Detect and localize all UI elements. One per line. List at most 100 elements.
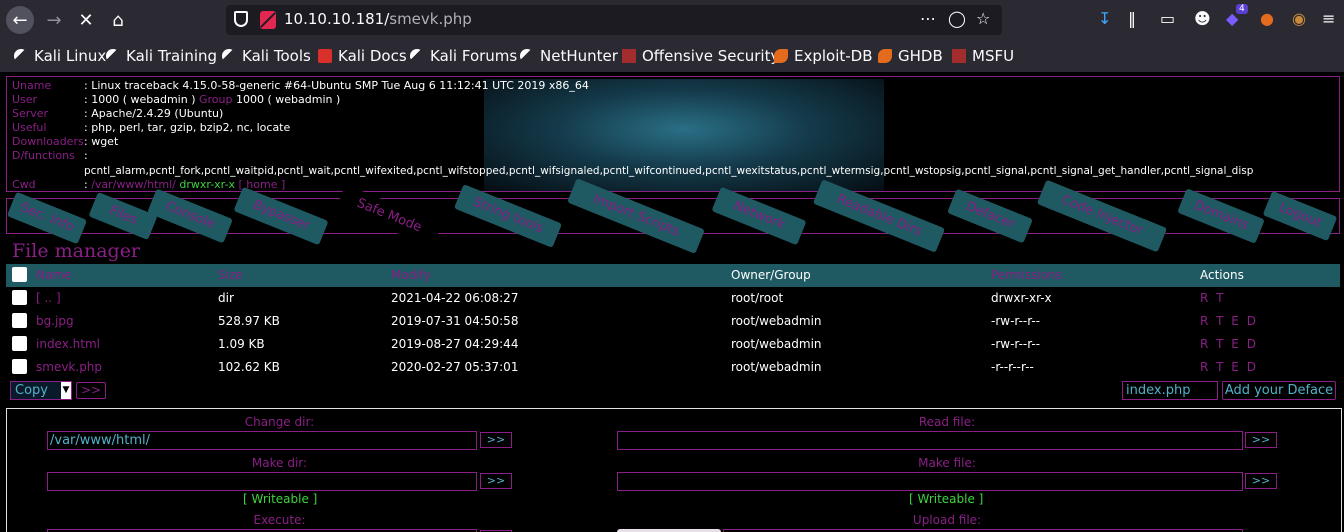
- home-icon[interactable]: ⌂: [104, 6, 132, 34]
- tracking-shield-icon[interactable]: [234, 11, 248, 27]
- change-dir-label: Change dir:: [244, 415, 315, 429]
- file-name-link[interactable]: index.html: [36, 337, 100, 351]
- msfu-icon: [952, 49, 966, 63]
- page-actions-icon[interactable]: ⋯: [920, 9, 936, 28]
- change-dir-input[interactable]: /var/www/html/: [47, 431, 477, 450]
- cwd-path-link[interactable]: /var/www/html/: [91, 178, 176, 191]
- read-file-button[interactable]: >>: [1245, 432, 1277, 448]
- file-perms[interactable]: -rw-r--r--: [991, 337, 1040, 351]
- menu-sec-info[interactable]: Sec. Info: [6, 191, 88, 245]
- file-owner: root/webadmin: [731, 360, 822, 374]
- col-permissions[interactable]: Permissions: [991, 268, 1062, 282]
- file-name-link[interactable]: smevk.php: [36, 360, 102, 374]
- ghdb-icon: [878, 49, 892, 63]
- read-file-input[interactable]: [617, 431, 1243, 450]
- url-bar[interactable]: 10.10.10.181/smevk.php ⋯ ◯ ☆: [226, 5, 1002, 35]
- pocket-icon[interactable]: ◯: [948, 9, 966, 28]
- execute-label: Execute:: [253, 513, 306, 527]
- row-checkbox[interactable]: [12, 313, 27, 328]
- cwd-label: Cwd: [12, 178, 36, 191]
- account-icon[interactable]: ☻: [1194, 9, 1211, 28]
- file-owner: root/webadmin: [731, 337, 822, 351]
- firefox-icon[interactable]: ●: [1260, 9, 1274, 28]
- col-modify[interactable]: Modify: [391, 268, 431, 282]
- bookmark-offensive-security[interactable]: Offensive Security: [622, 46, 779, 66]
- bookmark-kali-docs[interactable]: Kali Docs: [318, 46, 407, 66]
- forward-icon[interactable]: →: [40, 6, 68, 34]
- menu-domains[interactable]: Domains: [1177, 188, 1265, 244]
- col-actions: Actions: [1200, 268, 1244, 282]
- deface-filename-input[interactable]: index.php: [1122, 381, 1218, 400]
- bulk-go-button[interactable]: >>: [76, 382, 106, 399]
- menu-defacer[interactable]: Defacer: [947, 188, 1033, 244]
- make-file-input[interactable]: [617, 472, 1243, 491]
- server-info-panel: Uname: Linux traceback 4.15.0-58-generic…: [6, 76, 1340, 192]
- bookmark-kali-training[interactable]: Kali Training: [106, 46, 217, 66]
- file-perms[interactable]: -rw-r--r--: [991, 314, 1040, 328]
- file-size: dir: [218, 291, 234, 305]
- user-value: : 1000 ( webadmin ) Group 1000 ( webadmi…: [84, 93, 341, 106]
- offsec-icon: [622, 49, 636, 63]
- col-name[interactable]: Name: [36, 268, 71, 282]
- url-text[interactable]: 10.10.10.181/smevk.php: [284, 10, 472, 28]
- change-dir-button[interactable]: >>: [480, 432, 512, 448]
- file-size: 528.97 KB: [218, 314, 280, 328]
- library-icon[interactable]: ‖: [1128, 9, 1136, 28]
- bulk-action-select[interactable]: Copy ▼: [10, 381, 72, 400]
- file-actions[interactable]: R T E D: [1200, 337, 1258, 351]
- menu-string-tools[interactable]: String tools: [453, 184, 563, 248]
- bookmark-ghdb[interactable]: GHDB: [878, 46, 943, 66]
- file-perms[interactable]: -r--r--r--: [991, 360, 1034, 374]
- cookie-icon[interactable]: ◉: [1292, 9, 1306, 28]
- bookmark-kali-tools[interactable]: Kali Tools: [222, 46, 311, 66]
- uname-label: Uname: [12, 79, 52, 92]
- row-checkbox[interactable]: [12, 290, 27, 305]
- downloaders-label: Downloaders: [12, 135, 84, 148]
- stop-icon[interactable]: ✕: [72, 6, 100, 34]
- file-modified: 2020-02-27 05:37:01: [391, 360, 519, 374]
- back-icon[interactable]: ←: [6, 6, 34, 34]
- bookmark-nethunter[interactable]: NetHunter: [520, 46, 618, 66]
- kali-icon: [410, 49, 424, 63]
- table-row: bg.jpg 528.97 KB 2019-07-31 04:50:58 roo…: [6, 310, 1340, 333]
- select-all-checkbox[interactable]: [12, 267, 27, 282]
- menu-console[interactable]: Console: [147, 188, 233, 244]
- main-menu: Sec. Info Files Console Bypasser Safe Mo…: [6, 178, 1340, 254]
- make-dir-input[interactable]: [47, 472, 477, 491]
- make-file-button[interactable]: >>: [1245, 473, 1277, 489]
- file-perms[interactable]: drwxr-xr-x: [991, 291, 1052, 305]
- menu-safe-mode[interactable]: Safe Mode: [335, 184, 443, 248]
- menu-bypasser[interactable]: Bypasser: [233, 186, 329, 246]
- menu-icon[interactable]: ≡: [1322, 9, 1335, 28]
- download-icon[interactable]: ↧: [1098, 9, 1111, 28]
- menu-files[interactable]: Files: [88, 191, 158, 241]
- file-name-link[interactable]: [ .. ]: [36, 291, 61, 305]
- bookmark-exploit-db[interactable]: Exploit-DB: [774, 46, 873, 66]
- make-dir-button[interactable]: >>: [480, 473, 512, 489]
- make-dir-label: Make dir:: [251, 456, 308, 470]
- menu-logout[interactable]: Logout: [1262, 190, 1338, 242]
- bookmark-msfu[interactable]: MSFU: [952, 46, 1014, 66]
- file-actions[interactable]: R T E D: [1200, 360, 1258, 374]
- insecure-lock-icon[interactable]: [260, 11, 276, 29]
- col-size[interactable]: Size: [218, 268, 243, 282]
- bookmark-kali-forums[interactable]: Kali Forums: [410, 46, 517, 66]
- bookmark-star-icon[interactable]: ☆: [976, 9, 990, 28]
- row-checkbox[interactable]: [12, 359, 27, 374]
- file-manager-title: File manager: [12, 240, 141, 262]
- table-row: smevk.php 102.62 KB 2020-02-27 05:37:01 …: [6, 356, 1340, 379]
- add-deface-button[interactable]: Add your Deface: [1222, 381, 1336, 400]
- file-name-link[interactable]: bg.jpg: [36, 314, 74, 328]
- make-dir-writeable-status: [ Writeable ]: [243, 492, 318, 506]
- file-actions[interactable]: R T: [1200, 291, 1225, 305]
- cwd-value: : /var/www/html/ drwxr-xr-x [ home ]: [84, 178, 286, 191]
- sidebar-icon[interactable]: ▭: [1160, 9, 1175, 28]
- bookmark-kali-linux[interactable]: Kali Linux: [14, 46, 106, 66]
- row-checkbox[interactable]: [12, 336, 27, 351]
- make-file-writeable-status: [ Writeable ]: [909, 492, 984, 506]
- chevron-down-icon: ▼: [61, 382, 71, 399]
- kali-icon: [14, 49, 28, 63]
- menu-network[interactable]: Network: [711, 186, 807, 246]
- make-file-label: Make file:: [918, 456, 976, 470]
- file-actions[interactable]: R T E D: [1200, 314, 1258, 328]
